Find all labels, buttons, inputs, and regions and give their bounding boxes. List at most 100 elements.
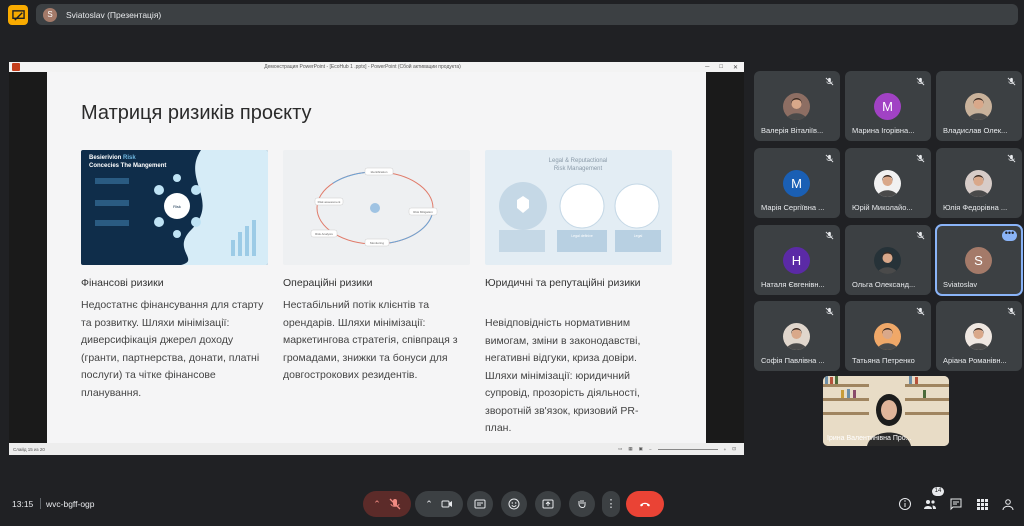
self-view-name: Ірина Валентинівна Про... — [827, 435, 912, 442]
legal-risk-illustration: Legal & Reputactional Risk Management Le… — [485, 150, 672, 265]
participant-tile[interactable]: Татьяна Петренко — [845, 301, 931, 371]
text-line: маркетингова стратегія, співпраця з — [283, 334, 458, 346]
zoom-slider[interactable] — [657, 448, 718, 450]
participant-avatar: М — [783, 170, 810, 197]
camera-control[interactable]: ⌃ — [415, 491, 463, 517]
presenter-banner[interactable]: S Sviatoslav (Презентація) — [36, 4, 1018, 25]
tile-options-icon[interactable]: ••• — [1002, 229, 1017, 241]
participant-tile[interactable]: М Марія Сергіївна ... — [754, 148, 840, 218]
participant-tile[interactable]: М Марина Ігорівна... — [845, 71, 931, 141]
meeting-code[interactable]: wvc-bgff-ogp — [46, 499, 95, 509]
more-vertical-icon[interactable]: ⋮ — [606, 499, 617, 510]
participant-name: Sviatoslav — [943, 280, 978, 289]
participant-tile[interactable]: Н Наталя Євгенівн... — [754, 225, 840, 295]
mic-off-icon — [916, 154, 925, 163]
column-3-heading: Юридичні та репутаційні ризики — [485, 277, 641, 289]
img2-label-3: Risk Mitigation — [413, 210, 433, 214]
hand-icon — [578, 500, 586, 508]
participant-photo — [965, 93, 992, 120]
slide-sorter-icon[interactable]: ▦ — [628, 446, 632, 452]
mic-off-icon — [825, 154, 834, 163]
host-controls-icon[interactable] — [1001, 497, 1015, 511]
ppt-window-title: Демонстрация PowerPoint - [EcoHub 1 .ppt… — [264, 64, 461, 70]
img1-line1-b: Risk — [123, 155, 136, 161]
text-line: зворотній зв'язок, кризовий PR- — [485, 404, 639, 417]
text-line: вимогам, зміни в законодавстві, — [485, 334, 641, 347]
presenter-label: Sviatoslav (Презентація) — [66, 9, 162, 20]
present-icon — [542, 499, 554, 509]
raise-hand-button[interactable] — [569, 491, 595, 517]
maximize-icon[interactable]: □ — [719, 64, 723, 71]
text-line: Нестабільний потік клієнтів та — [283, 299, 430, 311]
column-1-heading: Фінансові ризики — [81, 277, 164, 289]
chevron-up-icon[interactable]: ⌃ — [425, 499, 433, 510]
presentation-icon[interactable] — [8, 5, 28, 25]
mic-off-icon — [916, 231, 925, 240]
captions-icon — [474, 499, 486, 509]
people-count-badge: 14 — [932, 487, 944, 496]
participant-tile[interactable]: ••• S Sviatoslav — [935, 224, 1023, 296]
text-line: планування. — [81, 386, 142, 399]
more-options-button[interactable]: ⋮ — [602, 491, 620, 517]
normal-view-icon[interactable]: ▭ — [618, 446, 622, 452]
emoji-icon — [508, 498, 520, 510]
people-icon[interactable] — [923, 497, 937, 511]
text-line: та розвитку. Шляхи мінімізації: — [81, 316, 230, 329]
participant-name: Марина Ігорівна... — [852, 126, 915, 135]
participant-avatar: М — [874, 93, 901, 120]
presentation-window: Демонстрация PowerPoint - [EcoHub 1 .ppt… — [9, 62, 744, 455]
participant-name: Юлія Федорівна ... — [943, 203, 1008, 212]
chevron-up-icon[interactable]: ⌃ — [373, 499, 381, 510]
svg-text:Besierivion Risk: Besierivion Risk — [89, 155, 136, 161]
activities-icon[interactable] — [975, 497, 989, 511]
present-button[interactable] — [535, 491, 561, 517]
hang-up-icon — [640, 502, 650, 507]
participant-tile[interactable]: Софія Павлівна ... — [754, 301, 840, 371]
mic-off-icon — [1007, 154, 1016, 163]
close-icon[interactable]: ✕ — [733, 64, 738, 71]
img2-label-2: Risk assessment — [318, 200, 341, 204]
participant-tile[interactable]: Валерія Віталіїв... — [754, 71, 840, 141]
column-3-text: Невідповідність нормативним вимогам, змі… — [485, 315, 675, 438]
text-line: супровід, прозорість діяльності, — [485, 387, 640, 399]
fit-slide-icon[interactable]: ⊡ — [732, 446, 736, 452]
minimize-icon[interactable]: ─ — [705, 64, 709, 71]
column-2-heading: Операційні ризики — [283, 277, 373, 289]
mic-off-icon — [825, 231, 834, 240]
zoom-in-icon[interactable]: + — [724, 447, 727, 452]
powerpoint-icon — [12, 63, 20, 71]
participant-name: Аріана Романівн... — [943, 356, 1007, 365]
participant-tile[interactable]: Юрій Миколайо... — [845, 148, 931, 218]
participant-tile[interactable]: Ольга Олександ... — [845, 225, 931, 295]
column-1-text: Недостатнє фінансування для старту та ро… — [81, 297, 271, 402]
zoom-out-icon[interactable]: − — [649, 447, 652, 452]
text-line: план. — [485, 422, 512, 434]
self-view-tile[interactable]: Ірина Валентинівна Про... — [823, 376, 949, 446]
slide: Матриця ризиків проєкту Besierivion Risk… — [47, 72, 706, 443]
leave-call-button[interactable] — [626, 491, 664, 517]
mic-off-icon — [916, 307, 925, 316]
participant-tile[interactable]: Владислав Олек... — [936, 71, 1022, 141]
mic-off-icon — [825, 77, 834, 86]
img1-center: Risk — [173, 204, 181, 209]
captions-button[interactable] — [467, 491, 493, 517]
img3-title-2: Risk Management — [554, 166, 603, 172]
participant-name: Юрій Миколайо... — [852, 203, 913, 212]
info-icon[interactable] — [898, 497, 912, 511]
mic-off-icon — [1007, 77, 1016, 86]
text-line: Невідповідність нормативним — [485, 317, 631, 329]
microphone-control[interactable]: ⌃ — [363, 491, 411, 517]
text-line: Шляхи мінімізації: юридичний — [485, 369, 631, 382]
reading-view-icon[interactable]: ▣ — [639, 446, 643, 452]
img3-box-2: Legal — [634, 234, 643, 238]
chat-icon[interactable] — [949, 497, 963, 511]
participant-photo — [965, 170, 992, 197]
img3-title-1: Legal & Reputactional — [549, 158, 608, 164]
participant-name: Владислав Олек... — [943, 126, 1008, 135]
mic-off-icon — [389, 498, 401, 510]
participant-tile[interactable]: Аріана Романівн... — [936, 301, 1022, 371]
participant-name: Валерія Віталіїв... — [761, 126, 824, 135]
reactions-button[interactable] — [501, 491, 527, 517]
participant-tile[interactable]: Юлія Федорівна ... — [936, 148, 1022, 218]
slide-title: Матриця ризиків проєкту — [81, 102, 312, 124]
